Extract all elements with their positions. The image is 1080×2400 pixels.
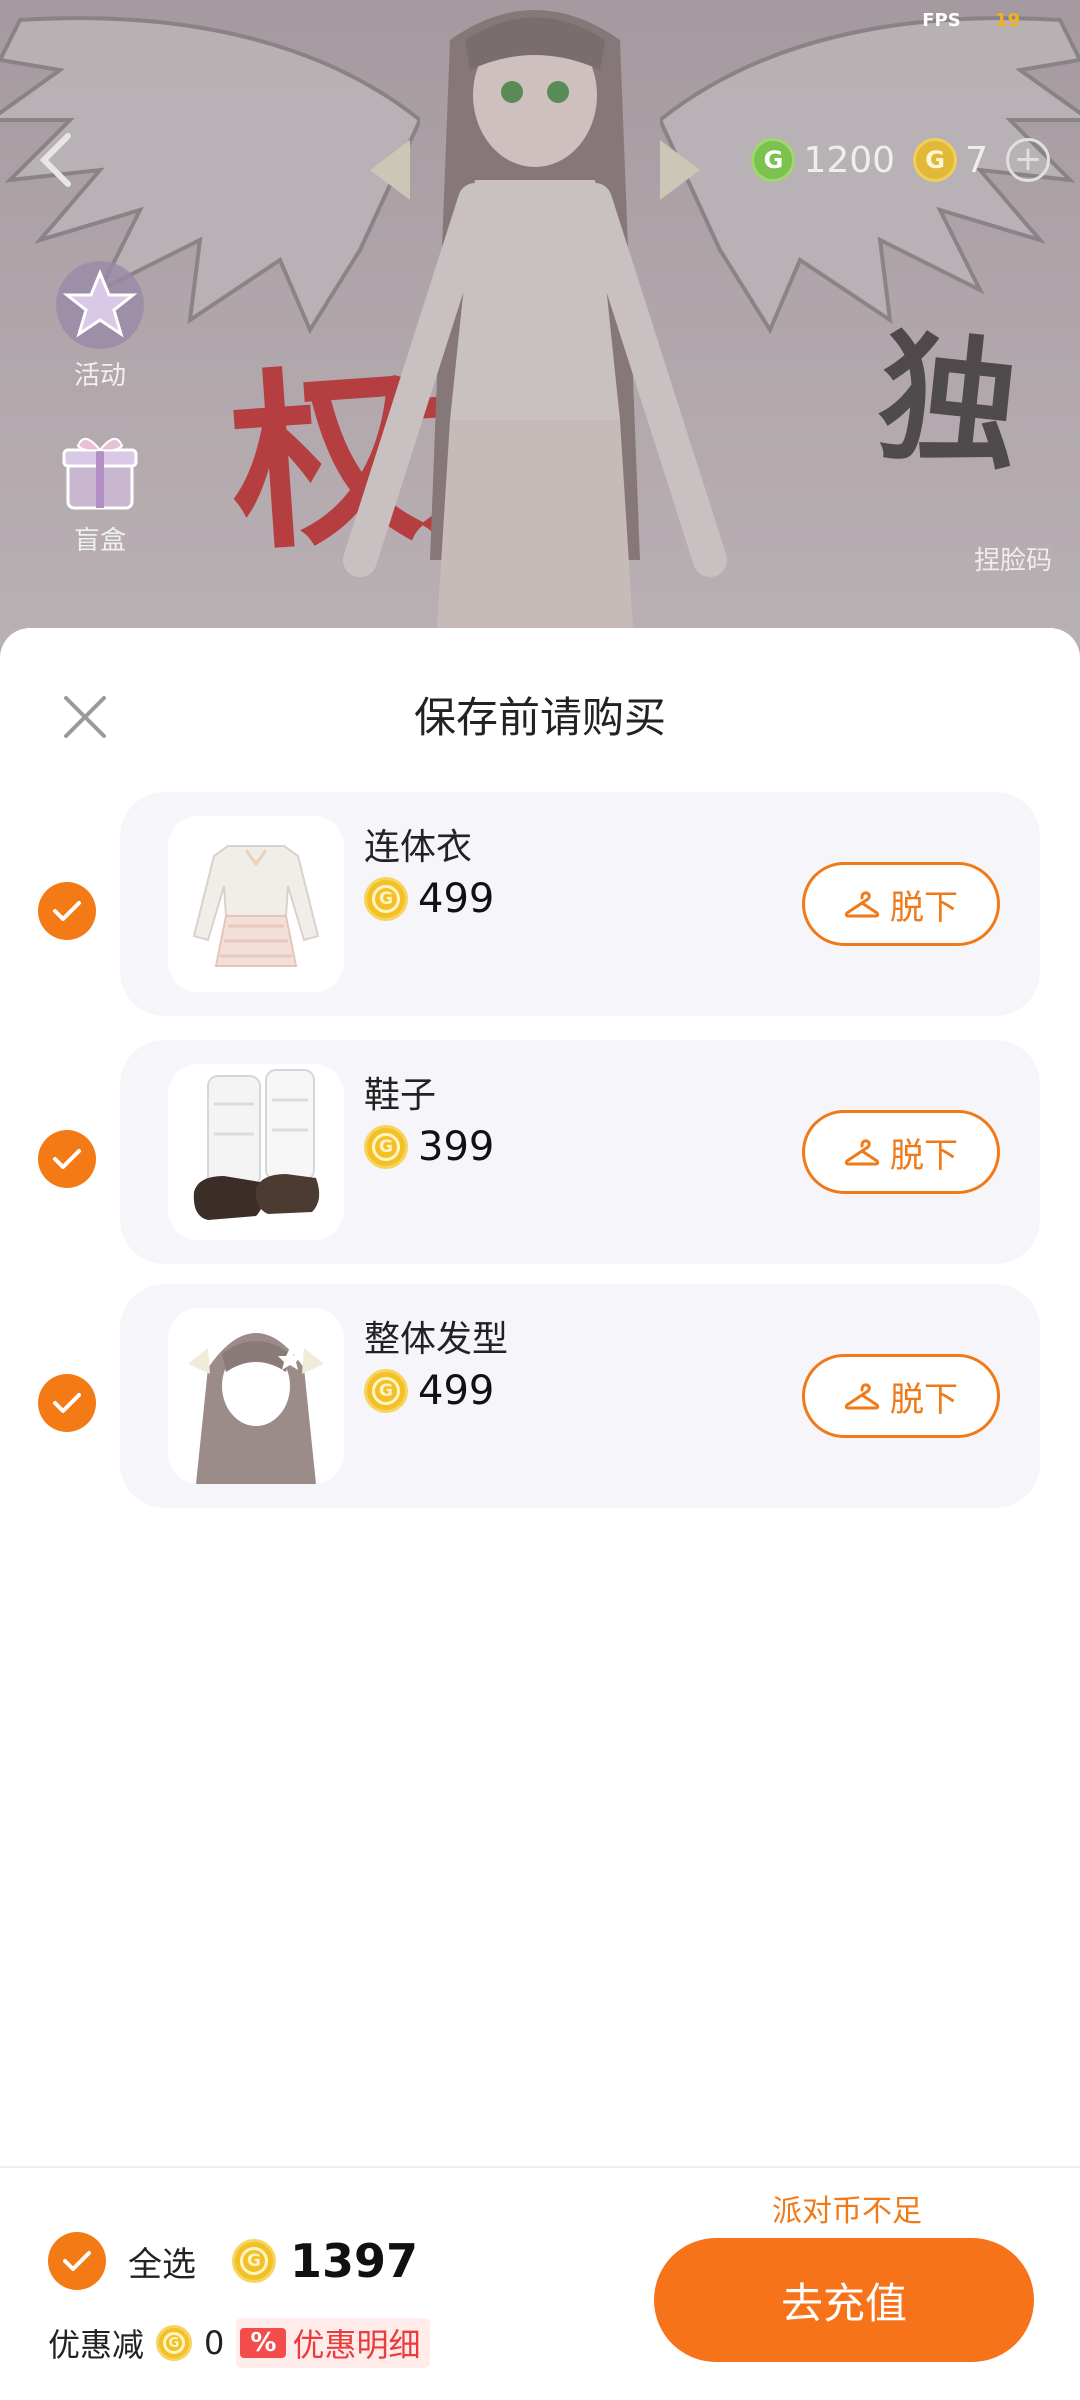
hanger-icon [844,1139,880,1166]
item-price-value: 399 [418,1124,495,1170]
green-coin-icon: G [751,138,796,182]
coin-icon: G [364,1369,408,1413]
take-off-label: 脱下 [890,1379,958,1420]
coin-icon: G [364,877,408,921]
item-card: 整体发型 G 499 脱下 [120,1284,1040,1508]
discount-label: 优惠减 [48,2326,145,2364]
select-all-checkbox[interactable] [48,2232,106,2290]
add-currency-button[interactable]: + [1006,138,1050,182]
take-off-button[interactable]: 脱下 [802,862,1000,946]
dim-overlay [0,0,1080,660]
side-menu: 活动 盲盒 [50,255,150,557]
list-item: 连体衣 G 499 脱下 [0,792,1080,1036]
discount-row: 优惠减 G 0 % 优惠明细 [48,2318,431,2368]
total-value: 1397 [290,2234,419,2288]
total-price: G 1397 [232,2234,418,2288]
green-currency: G 1200 [751,138,895,182]
discount-value: 0 [204,2324,225,2362]
take-off-button[interactable]: 脱下 [802,1354,1000,1438]
gold-currency-value: 7 [965,139,988,181]
checkmark-icon [53,1149,81,1169]
item-price-value: 499 [418,876,495,922]
currency-bar: G 1200 G 7 + [751,138,1050,182]
select-all-label: 全选 [128,2244,196,2285]
purchase-sheet: 保存前请购买 连体衣 G 499 脱下 鞋子 G 399 脱下 整体发型 G 4… [0,628,1080,2400]
gold-coin-icon: G [913,138,958,182]
select-all[interactable]: 全选 G 1397 [48,2232,418,2290]
face-code-label: 捏脸码 [973,546,1052,576]
checkmark-icon [53,1393,81,1413]
take-off-button[interactable]: 脱下 [802,1110,1000,1194]
side-item-label: 活动 [73,361,126,391]
item-price: G 499 [364,1368,494,1414]
recharge-label: 去充值 [780,2278,907,2328]
item-list: 连体衣 G 499 脱下 鞋子 G 399 脱下 整体发型 G 499 脱下 [0,792,1080,1528]
app-root: 权力 独 FPS 19 G 1200 [0,0,1080,2400]
gold-currency: G 7 [913,138,988,182]
sheet-header: 保存前请购买 [0,628,1080,798]
hairstyle-thumbnail [168,1308,344,1484]
back-chevron-icon[interactable] [36,130,76,190]
item-checkbox[interactable] [38,1130,96,1188]
item-checkbox[interactable] [38,882,96,940]
item-name: 连体衣 [364,827,473,868]
face-code-button[interactable]: 捏脸码 [974,540,1052,577]
checkmark-icon [63,2251,91,2271]
green-currency-value: 1200 [803,139,896,181]
item-price: G 399 [364,1124,494,1170]
hanger-icon [844,1383,880,1410]
item-price-value: 499 [418,1368,495,1414]
item-checkbox[interactable] [38,1374,96,1432]
side-item-blind-box[interactable]: 盲盒 [50,420,150,557]
item-name: 鞋子 [364,1075,437,1116]
item-name: 整体发型 [364,1319,509,1360]
percent-icon: % [240,2328,287,2358]
recharge-button[interactable]: 去充值 [654,2238,1034,2362]
shoes-thumbnail [168,1064,344,1240]
gift-box-icon [62,438,138,510]
star-badge-icon [56,261,144,349]
fps-value: 19 [994,10,1020,31]
item-price: G 499 [364,876,494,922]
fps-counter: FPS 19 [922,10,1020,31]
item-card: 连体衣 G 499 脱下 [120,792,1040,1016]
coin-icon: G [364,1125,408,1169]
take-off-label: 脱下 [890,1135,958,1176]
discount-detail-label: 优惠明细 [292,2326,421,2364]
coin-icon: G [156,2325,193,2361]
fps-label: FPS [922,10,961,31]
insufficient-balance-notice: 派对币不足 [772,2194,922,2229]
sheet-title: 保存前请购买 [413,693,666,742]
dress-thumbnail [168,816,344,992]
avatar-scene: 权力 独 FPS 19 G 1200 [0,0,1080,660]
list-item: 鞋子 G 399 脱下 [0,1040,1080,1284]
checkmark-icon [53,901,81,921]
side-item-activity[interactable]: 活动 [50,255,150,392]
discount-detail-link[interactable]: % 优惠明细 [236,2318,431,2368]
checkout-bar: 全选 G 1397 优惠减 G 0 % 优惠明细 派对币不足 去充值 [0,2166,1080,2400]
side-item-label: 盲盒 [73,526,126,556]
take-off-label: 脱下 [890,887,958,928]
hanger-icon [844,891,880,918]
list-item: 整体发型 G 499 脱下 [0,1284,1080,1528]
item-card: 鞋子 G 399 脱下 [120,1040,1040,1264]
coin-icon: G [232,2239,276,2283]
